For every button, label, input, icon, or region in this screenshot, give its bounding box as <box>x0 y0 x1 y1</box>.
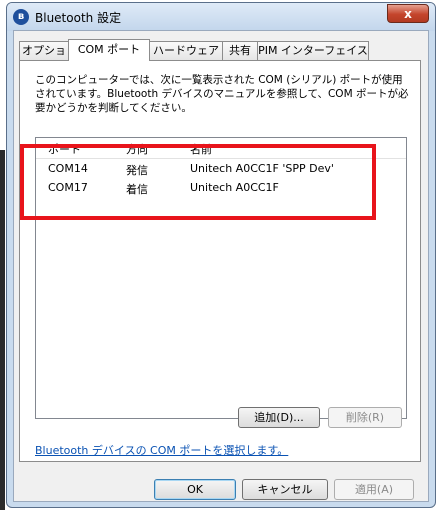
background-strip <box>0 150 5 510</box>
list-row[interactable]: COM14 発信 Unitech A0CC1F 'SPP Dev' <box>36 160 406 179</box>
bluetooth-settings-window: ʙ Bluetooth 設定 x オプション COM ポート ハードウェア 共有… <box>6 2 436 508</box>
remove-button[interactable]: 削除(R) <box>328 407 402 428</box>
tab-pim-interface[interactable]: PIM インターフェイス <box>257 41 369 60</box>
tab-sharing[interactable]: 共有 <box>222 41 258 60</box>
column-header-direction[interactable]: 方向 <box>126 141 148 157</box>
add-button[interactable]: 追加(D)... <box>238 407 320 428</box>
apply-button[interactable]: 適用(A) <box>334 479 414 500</box>
cell-port: COM14 <box>48 162 88 175</box>
window-title: Bluetooth 設定 <box>35 11 122 25</box>
tab-options[interactable]: オプション <box>19 41 69 75</box>
cell-name: Unitech A0CC1F 'SPP Dev' <box>190 162 334 175</box>
ok-button[interactable]: OK <box>154 479 236 500</box>
com-port-list[interactable]: ポート 方向 名前 COM14 発信 Unitech A0CC1F 'SPP D… <box>35 137 407 419</box>
title-bar[interactable]: ʙ Bluetooth 設定 x <box>7 3 435 31</box>
cancel-button[interactable]: キャンセル <box>242 479 328 500</box>
tab-com-ports[interactable]: COM ポート <box>68 39 150 61</box>
list-row[interactable]: COM17 着信 Unitech A0CC1F <box>36 179 406 198</box>
cell-direction: 着信 <box>126 183 148 196</box>
dialog-client: オプション COM ポート ハードウェア 共有 PIM インターフェイス このコ… <box>13 30 429 502</box>
tab-hardware[interactable]: ハードウェア <box>149 41 223 60</box>
com-ports-panel: このコンピューターでは、次に一覧表示された COM (シリアル) ポートが使用さ… <box>19 60 421 462</box>
description-text: このコンピューターでは、次に一覧表示された COM (シリアル) ポートが使用さ… <box>35 74 409 114</box>
bluetooth-icon: ʙ <box>13 9 29 25</box>
list-header: ポート 方向 名前 <box>36 138 406 159</box>
cell-name: Unitech A0CC1F <box>190 181 279 194</box>
column-header-name[interactable]: 名前 <box>190 141 212 157</box>
cell-port: COM17 <box>48 181 88 194</box>
column-header-port[interactable]: ポート <box>48 141 81 157</box>
select-com-port-link[interactable]: Bluetooth デバイスの COM ポートを選択します。 <box>35 442 288 458</box>
close-button[interactable]: x <box>387 4 429 23</box>
cell-direction: 発信 <box>126 164 148 177</box>
